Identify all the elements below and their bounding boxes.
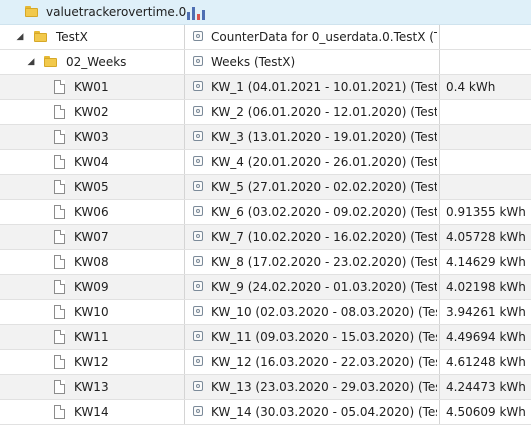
state-description: KW_6 (03.02.2020 - 09.02.2020) (TestX) [211,205,437,219]
description-icon [193,56,203,66]
table-row[interactable]: KW05 KW_5 (27.01.2020 - 02.02.2020) (Test… [0,175,531,200]
state-value: 4.05728 kWh [446,230,526,244]
description-icon [193,381,203,391]
file-icon [54,205,65,219]
state-name: KW09 [74,280,109,294]
state-name: KW08 [74,255,109,269]
folder-icon [25,6,38,17]
table-row[interactable]: KW08 KW_8 (17.02.2020 - 23.02.2020) (Test… [0,250,531,275]
table-row[interactable]: KW06 KW_6 (03.02.2020 - 09.02.2020) (Test… [0,200,531,225]
chart-icon[interactable] [187,5,205,20]
description-icon [193,281,203,291]
state-name: KW14 [74,405,109,419]
description-icon [193,306,203,316]
file-icon [54,130,65,144]
state-description: KW_2 (06.01.2020 - 12.01.2020) (TestX) [211,105,437,119]
state-value: 0.91355 kWh [446,205,526,219]
table-row[interactable]: KW09 KW_9 (24.02.2020 - 01.03.2020) (Test… [0,275,531,300]
state-name: KW01 [74,80,109,94]
tree-row-weeks[interactable]: ◢ 02_Weeks Weeks (TestX) [0,50,531,75]
file-icon [54,355,65,369]
state-value: 4.49694 kWh [446,330,526,344]
collapse-toggle-icon[interactable]: ◢ [15,25,25,49]
state-name: KW12 [74,355,109,369]
description-icon [193,206,203,216]
state-description: KW_12 (16.03.2020 - 22.03.2020) (Test... [211,355,437,369]
file-icon [54,280,65,294]
tree-row-root[interactable]: valuetrackerovertime.0 [0,0,531,25]
state-name: KW05 [74,180,109,194]
tree-row-testx[interactable]: ◢ TestX CounterData for 0_userdata.0.Tes… [0,25,531,50]
file-icon [54,230,65,244]
state-value: 4.02198 kWh [446,280,526,294]
table-row[interactable]: KW12 KW_12 (16.03.2020 - 22.03.2020) (Tes… [0,350,531,375]
state-value: 4.14629 kWh [446,255,526,269]
description-icon [193,131,203,141]
folder-icon [44,56,57,67]
file-icon [54,155,65,169]
file-icon [54,330,65,344]
description-icon [193,31,203,41]
folder-icon [34,31,47,42]
file-icon [54,80,65,94]
state-description: KW_7 (10.02.2020 - 16.02.2020) (TestX) [211,230,437,244]
file-icon [54,405,65,419]
state-description: KW_10 (02.03.2020 - 08.03.2020) (Test... [211,305,437,319]
table-row[interactable]: KW10 KW_10 (02.03.2020 - 08.03.2020) (Tes… [0,300,531,325]
table-row[interactable]: KW07 KW_7 (10.02.2020 - 16.02.2020) (Test… [0,225,531,250]
state-description: KW_9 (24.02.2020 - 01.03.2020) (TestX) [211,280,437,294]
state-value: 0.4 kWh [446,80,496,94]
root-label: valuetrackerovertime.0 [46,5,187,19]
description-icon [193,356,203,366]
description-icon [193,81,203,91]
description-icon [193,106,203,116]
table-row[interactable]: KW04 KW_4 (20.01.2020 - 26.01.2020) (Test… [0,150,531,175]
state-value: 4.24473 kWh [446,380,526,394]
state-value: 3.94261 kWh [446,305,526,319]
state-description: KW_14 (30.03.2020 - 05.04.2020) (Test... [211,405,437,419]
state-description: KW_4 (20.01.2020 - 26.01.2020) (TestX) [211,155,437,169]
file-icon [54,105,65,119]
state-name: KW06 [74,205,109,219]
node-description: CounterData for 0_userdata.0.TestX (T... [211,30,437,44]
table-row[interactable]: KW03 KW_3 (13.01.2020 - 19.01.2020) (Test… [0,125,531,150]
state-description: KW_3 (13.01.2020 - 19.01.2020) (TestX) [211,130,437,144]
description-icon [193,181,203,191]
state-description: KW_8 (17.02.2020 - 23.02.2020) (TestX) [211,255,437,269]
description-icon [193,331,203,341]
file-icon [54,380,65,394]
table-row[interactable]: KW11 KW_11 (09.03.2020 - 15.03.2020) (Tes… [0,325,531,350]
state-name: KW13 [74,380,109,394]
state-name: KW03 [74,130,109,144]
file-icon [54,255,65,269]
state-description: KW_1 (04.01.2021 - 10.01.2021) (TestX) [211,80,437,94]
table-row[interactable]: KW14 KW_14 (30.03.2020 - 05.04.2020) (Tes… [0,400,531,425]
state-value: 4.50609 kWh [446,405,526,419]
node-description: Weeks (TestX) [211,55,296,69]
object-tree: valuetrackerovertime.0 ◢ TestX CounterDa… [0,0,531,425]
state-name: KW07 [74,230,109,244]
node-name: TestX [56,30,88,44]
state-description: KW_13 (23.03.2020 - 29.03.2020) (Test... [211,380,437,394]
node-name: 02_Weeks [66,55,127,69]
table-row[interactable]: KW02 KW_2 (06.01.2020 - 12.01.2020) (Test… [0,100,531,125]
state-value: 4.61248 kWh [446,355,526,369]
table-row[interactable]: KW01 KW_1 (04.01.2021 - 10.01.2021) (Test… [0,75,531,100]
state-name: KW11 [74,330,109,344]
description-icon [193,406,203,416]
collapse-toggle-icon[interactable]: ◢ [26,50,36,74]
table-row[interactable]: KW13 KW_13 (23.03.2020 - 29.03.2020) (Tes… [0,375,531,400]
description-icon [193,156,203,166]
description-icon [193,231,203,241]
file-icon [54,305,65,319]
state-name: KW04 [74,155,109,169]
description-icon [193,256,203,266]
file-icon [54,180,65,194]
state-description: KW_5 (27.01.2020 - 02.02.2020) (TestX) [211,180,437,194]
state-name: KW10 [74,305,109,319]
state-name: KW02 [74,105,109,119]
state-description: KW_11 (09.03.2020 - 15.03.2020) (Test... [211,330,437,344]
